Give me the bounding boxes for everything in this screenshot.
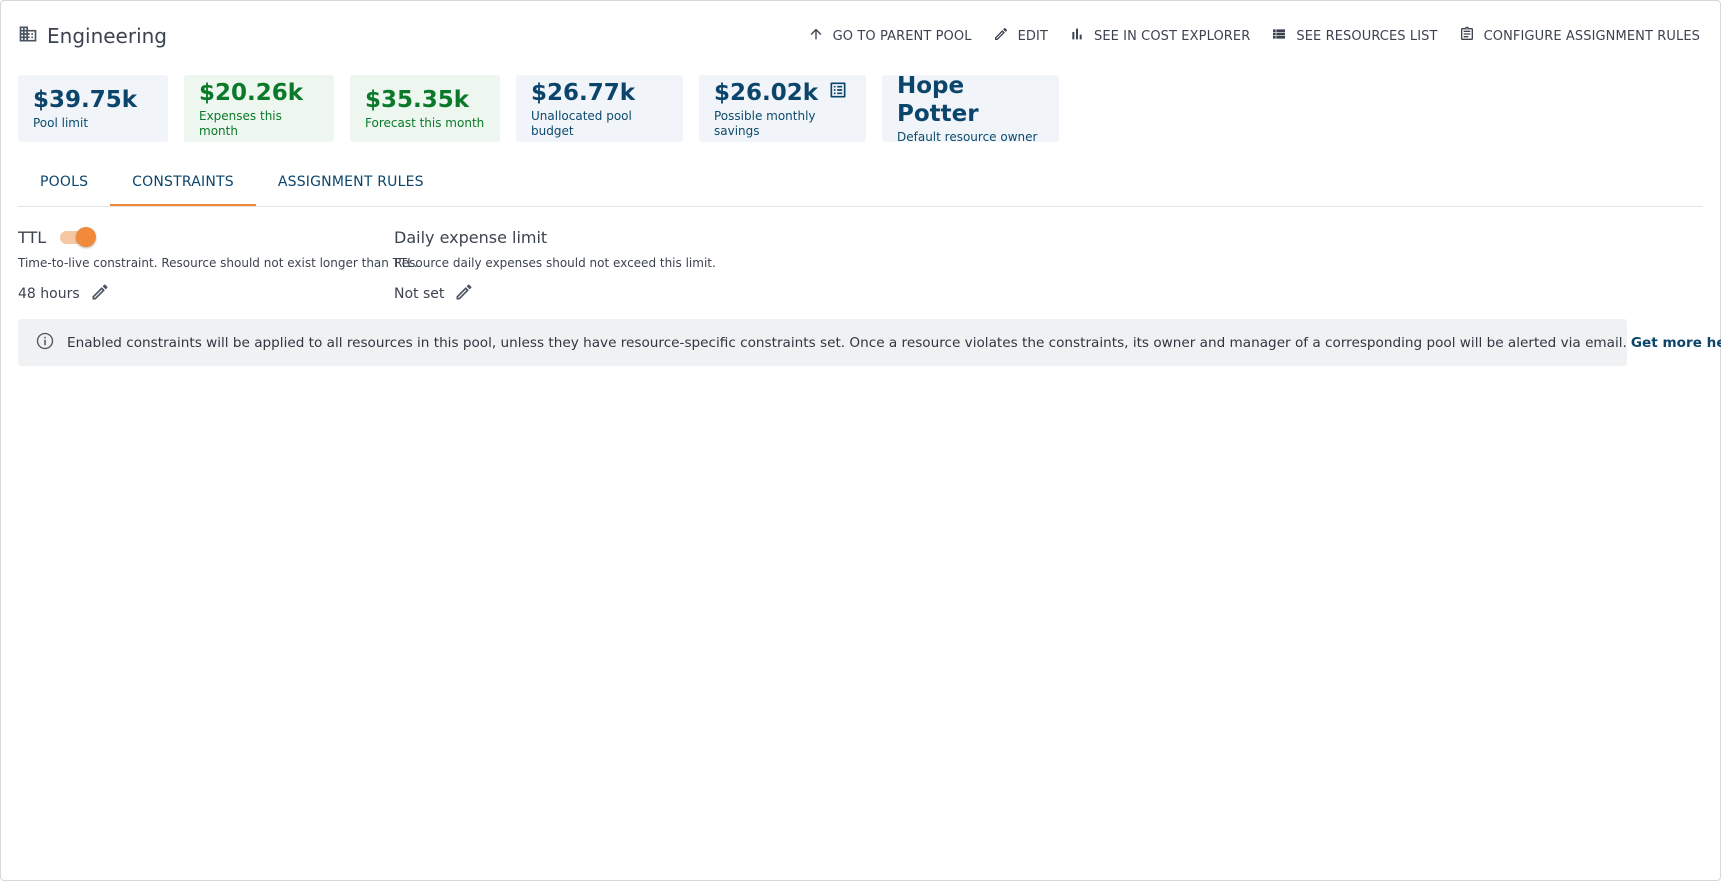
clipboard-icon: [1459, 26, 1475, 46]
go-to-parent-pool-label: GO TO PARENT POOL: [832, 28, 972, 44]
default-resource-owner-label: Default resource owner: [897, 130, 1038, 144]
details-list-icon[interactable]: [828, 79, 848, 107]
see-in-cost-explorer-button[interactable]: SEE IN COST EXPLORER: [1069, 26, 1250, 46]
bar-chart-icon: [1069, 26, 1085, 46]
tab-pools[interactable]: POOLS: [18, 165, 110, 206]
list-icon: [1271, 26, 1287, 46]
info-banner-message: Enabled constraints will be applied to a…: [67, 334, 1627, 351]
default-resource-owner-card: Hope Potter Default resource owner: [882, 73, 1059, 144]
configure-assignment-rules-label: CONFIGURE ASSIGNMENT RULES: [1483, 28, 1700, 44]
pencil-icon: [993, 26, 1009, 46]
ttl-header: TTL: [18, 226, 418, 248]
daily-expense-limit-value: Not set: [394, 286, 445, 302]
info-banner-text: Enabled constraints will be applied to a…: [67, 335, 1721, 351]
building-icon: [18, 24, 38, 48]
edit-label: EDIT: [1017, 28, 1048, 44]
tab-constraints[interactable]: CONSTRAINTS: [110, 165, 256, 206]
see-resources-list-label: SEE RESOURCES LIST: [1296, 28, 1438, 44]
app-window: Engineering GO TO PARENT POOL EDIT SEE I…: [0, 0, 1721, 881]
expenses-this-month-value: $20.26k: [199, 79, 304, 106]
daily-expense-limit-constraint: Daily expense limit Resource daily expen…: [394, 226, 716, 306]
ttl-title: TTL: [18, 227, 47, 247]
possible-monthly-savings-card[interactable]: $26.02k Possible monthly savings: [699, 75, 866, 142]
pool-limit-value: $39.75k: [33, 87, 138, 113]
possible-monthly-savings-label: Possible monthly savings: [714, 108, 816, 138]
ttl-toggle-knob: [76, 227, 97, 247]
tab-bar: POOLS CONSTRAINTS ASSIGNMENT RULES: [18, 165, 1703, 207]
possible-monthly-savings-value: $26.02k: [714, 79, 819, 106]
title-group: Engineering: [18, 24, 167, 48]
unallocated-pool-budget-card: $26.77k Unallocated pool budget: [516, 75, 683, 142]
see-resources-list-button[interactable]: SEE RESOURCES LIST: [1271, 26, 1437, 46]
pool-limit-label: Pool limit: [33, 116, 89, 130]
pencil-icon[interactable]: [454, 282, 474, 306]
pool-limit-card: $39.75k Pool limit: [18, 75, 168, 142]
info-icon: [35, 331, 55, 355]
possible-monthly-savings-value-row: $26.02k: [714, 79, 851, 107]
page-header: Engineering GO TO PARENT POOL EDIT SEE I…: [18, 19, 1700, 53]
expenses-this-month-label: Expenses this month: [199, 108, 282, 138]
configure-assignment-rules-button[interactable]: CONFIGURE ASSIGNMENT RULES: [1459, 26, 1700, 46]
pencil-icon[interactable]: [90, 282, 110, 306]
edit-button[interactable]: EDIT: [993, 26, 1048, 46]
unallocated-pool-budget-label: Unallocated pool budget: [531, 108, 632, 138]
page-title: Engineering: [47, 24, 167, 48]
forecast-this-month-value: $35.35k: [365, 87, 470, 113]
see-in-cost-explorer-label: SEE IN COST EXPLORER: [1093, 28, 1251, 44]
header-actions: GO TO PARENT POOL EDIT SEE IN COST EXPLO…: [808, 26, 1700, 46]
expenses-this-month-card: $20.26k Expenses this month: [184, 75, 334, 142]
daily-expense-limit-value-row: Not set: [394, 282, 716, 306]
go-to-parent-pool-button[interactable]: GO TO PARENT POOL: [808, 26, 972, 46]
ttl-value-row: 48 hours: [18, 282, 418, 306]
ttl-value: 48 hours: [18, 286, 80, 302]
summary-cards: $39.75k Pool limit $20.26k Expenses this…: [18, 73, 1059, 144]
unallocated-pool-budget-value: $26.77k: [531, 79, 636, 106]
forecast-this-month-label: Forecast this month: [365, 116, 485, 130]
info-banner: Enabled constraints will be applied to a…: [18, 319, 1721, 366]
ttl-toggle[interactable]: [58, 227, 97, 247]
daily-expense-limit-description: Resource daily expenses should not excee…: [394, 256, 716, 270]
tab-assignment-rules[interactable]: ASSIGNMENT RULES: [256, 165, 446, 206]
daily-expense-limit-header: Daily expense limit: [394, 226, 716, 248]
daily-expense-limit-title: Daily expense limit: [394, 227, 548, 247]
default-resource-owner-value: Hope Potter: [897, 73, 979, 127]
get-more-help-link[interactable]: Get more help: [1631, 335, 1721, 351]
ttl-description: Time-to-live constraint. Resource should…: [18, 256, 418, 270]
arrow-up-icon: [808, 26, 824, 46]
forecast-this-month-card: $35.35k Forecast this month: [350, 75, 500, 142]
ttl-constraint: TTL Time-to-live constraint. Resource sh…: [18, 226, 418, 306]
